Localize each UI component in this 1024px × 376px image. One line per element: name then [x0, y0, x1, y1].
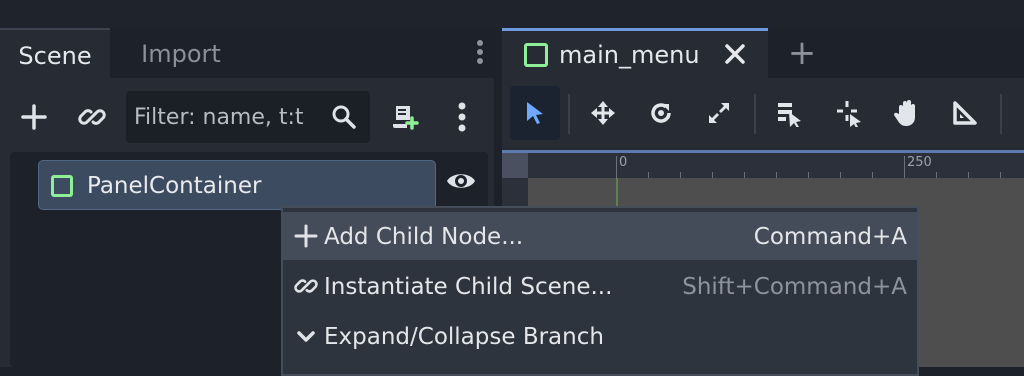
filter-input[interactable]	[134, 91, 326, 143]
dock-options-icon[interactable]	[472, 38, 488, 68]
scene-root-icon	[524, 43, 548, 67]
select-icon[interactable]	[510, 86, 560, 140]
plus-icon	[293, 222, 319, 250]
editor-toolbar	[502, 84, 1024, 146]
tab-import[interactable]: Import	[116, 28, 246, 78]
chevron-down-icon	[293, 322, 319, 350]
ruler-corner	[502, 153, 528, 178]
search-icon[interactable]	[330, 103, 358, 131]
filter-box	[126, 91, 370, 143]
ruler-label-250: 250	[907, 155, 932, 170]
panel-container-icon	[51, 175, 73, 197]
move-icon[interactable]	[578, 86, 628, 140]
menu-item-label: Add Child Node...	[324, 224, 524, 250]
menu-item-shortcut: Command+A	[753, 224, 907, 250]
menu-item-expand-collapse-branch[interactable]: Expand/Collapse Branch	[283, 312, 917, 360]
scene-toolbar	[0, 88, 494, 146]
toolbar-divider	[754, 94, 756, 134]
link-icon	[293, 272, 319, 300]
node-label: PanelContainer	[87, 173, 262, 199]
ruler-tick	[904, 156, 905, 178]
top-bar	[0, 0, 1024, 28]
menu-item-add-child-node[interactable]: Add Child Node... Command+A	[283, 212, 917, 260]
tab-label: main_menu	[559, 41, 700, 69]
pan-icon[interactable]	[882, 86, 932, 140]
ruler-tick	[616, 156, 617, 178]
menu-item-label: Expand/Collapse Branch	[324, 324, 604, 350]
menu-item-label: Instantiate Child Scene...	[324, 274, 613, 300]
ruler-icon[interactable]	[940, 86, 990, 140]
horizontal-ruler: 0 250	[502, 150, 1024, 178]
menu-item-shortcut: Shift+Command+A	[682, 274, 907, 300]
tab-scene[interactable]: Scene	[0, 28, 110, 78]
menu-item-instantiate-child-scene[interactable]: Instantiate Child Scene... Shift+Command…	[283, 262, 917, 310]
scale-icon[interactable]	[694, 86, 744, 140]
toolbar-divider	[1000, 94, 1002, 134]
toolbar-divider	[568, 94, 570, 134]
rotate-icon[interactable]	[636, 86, 686, 140]
tree-item-panelcontainer[interactable]: PanelContainer	[38, 160, 436, 210]
ruler-label-0: 0	[619, 155, 628, 170]
visibility-eye-icon[interactable]	[444, 166, 478, 196]
plus-icon[interactable]	[12, 88, 56, 146]
attach-script-icon[interactable]	[382, 88, 426, 146]
link-icon[interactable]	[70, 88, 114, 146]
scene-dock-tabs: Scene Import	[0, 28, 494, 78]
pivot-icon[interactable]	[824, 86, 874, 140]
tab-main-menu[interactable]: main_menu	[502, 28, 768, 78]
close-icon[interactable]	[720, 39, 750, 69]
kebab-menu-icon[interactable]	[440, 88, 484, 146]
context-menu: Add Child Node... Command+A Instantiate …	[281, 206, 919, 376]
editor-tabs: main_menu +	[502, 28, 1024, 78]
add-tab-button[interactable]: +	[784, 32, 820, 74]
list-select-icon[interactable]	[764, 86, 814, 140]
